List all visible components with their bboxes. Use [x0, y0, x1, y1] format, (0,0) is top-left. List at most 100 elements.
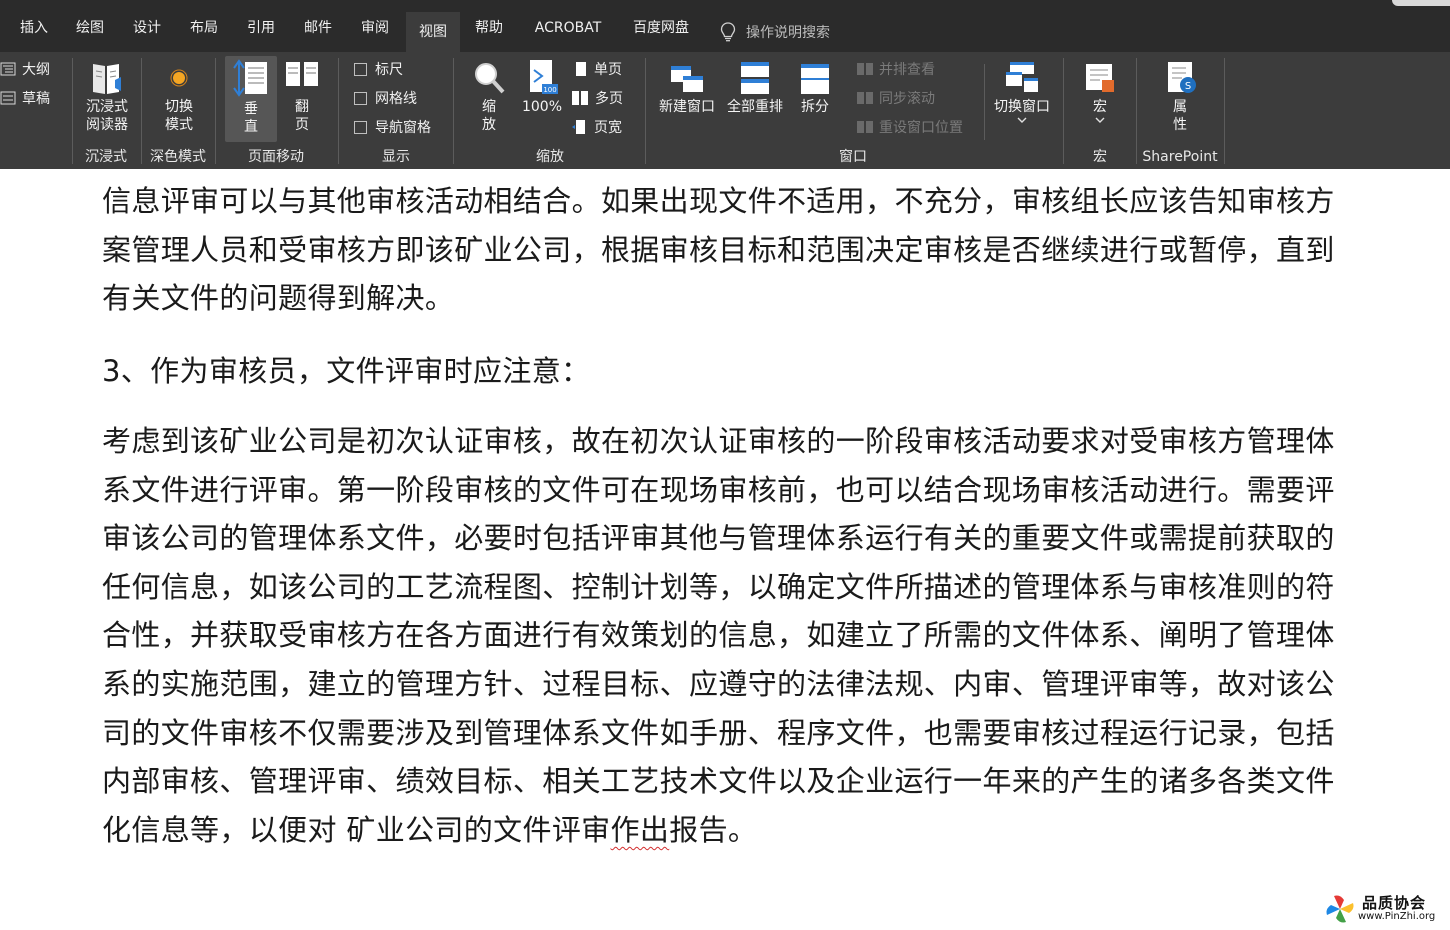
- outline-label: 大纲: [22, 62, 50, 78]
- sharepoint-properties-icon: S: [1168, 62, 1196, 93]
- gridlines-label: 网格线: [375, 91, 417, 107]
- outline-icon: [0, 62, 16, 76]
- multiple-pages-button[interactable]: 多页: [571, 86, 623, 110]
- sun-icon: [170, 69, 188, 87]
- tell-me-placeholder: 操作说明搜索: [746, 25, 830, 41]
- reset-position-icon: [857, 121, 873, 133]
- nav-pane-label: 导航窗格: [375, 120, 431, 136]
- page-width-icon: [572, 120, 585, 134]
- reset-window-position-button[interactable]: 重设窗口位置: [856, 115, 963, 139]
- lightbulb-icon: [720, 22, 736, 42]
- group-label-window: 窗口: [839, 149, 867, 165]
- new-window-button[interactable]: 新建窗口: [654, 58, 720, 116]
- sync-scroll-icon: [857, 92, 873, 104]
- tab-review[interactable]: 审阅: [349, 9, 401, 47]
- properties-label-1: 属: [1173, 99, 1187, 115]
- multiple-pages-icon: [572, 91, 588, 105]
- group-label-dark-mode: 深色模式: [150, 149, 206, 165]
- tab-references[interactable]: 引用: [235, 9, 287, 47]
- immersive-reader-icon: [93, 64, 121, 94]
- paragraph-3-end: 报告。: [669, 812, 758, 847]
- gridlines-checkbox[interactable]: 网格线: [354, 86, 417, 110]
- nav-pane-checkbox[interactable]: 导航窗格: [354, 115, 431, 139]
- group-label-macros: 宏: [1093, 149, 1107, 165]
- switch-mode-button[interactable]: 切换 模式: [150, 58, 208, 134]
- zoom-label-2: 放: [482, 117, 496, 133]
- tab-view[interactable]: 视图: [406, 12, 460, 52]
- zoom-100-button[interactable]: 100 100%: [518, 58, 566, 116]
- group-label-zoom: 缩放: [536, 149, 564, 165]
- group-label-page-movement: 页面移动: [248, 149, 304, 165]
- tab-mailings[interactable]: 邮件: [292, 9, 344, 47]
- tab-insert[interactable]: 插入: [8, 9, 60, 47]
- ruler-label: 标尺: [375, 62, 403, 78]
- zoom-100-label: 100%: [521, 99, 563, 115]
- vertical-page-movement-button[interactable]: 垂 直: [225, 56, 277, 142]
- vertical-label-1: 垂: [244, 101, 258, 117]
- new-window-icon: [671, 66, 703, 92]
- draft-label: 草稿: [22, 91, 50, 107]
- properties-button[interactable]: S 属 性: [1154, 58, 1206, 134]
- synchronous-scrolling-button[interactable]: 同步滚动: [856, 86, 935, 110]
- tab-baidu-netdisk[interactable]: 百度网盘: [623, 9, 699, 47]
- window-corner: [1392, 0, 1450, 6]
- view-side-by-side-button[interactable]: 并排查看: [856, 57, 935, 81]
- ruler-check-box[interactable]: [354, 62, 367, 76]
- arrange-all-label: 全部重排: [727, 99, 783, 115]
- tab-help[interactable]: 帮助: [463, 9, 515, 47]
- gridlines-check-box[interactable]: [354, 91, 367, 105]
- reset-position-label: 重设窗口位置: [879, 120, 963, 136]
- multiple-pages-label: 多页: [595, 91, 623, 107]
- svg-text:S: S: [1185, 81, 1191, 92]
- side-to-side-button[interactable]: 翻 页: [280, 58, 324, 134]
- spelling-squiggle[interactable]: 作出: [611, 813, 670, 847]
- immersive-reader-button[interactable]: 沉浸式 阅读器: [78, 58, 136, 134]
- switch-mode-label-2: 模式: [165, 117, 193, 133]
- group-separator: [1063, 58, 1064, 164]
- one-page-button[interactable]: 单页: [574, 57, 622, 81]
- ribbon-view: 大纲 草稿 沉浸式 阅读器 沉浸式 切换 模式 深色模式 垂 直 翻 页 页面移…: [0, 52, 1450, 169]
- tab-acrobat[interactable]: ACROBAT: [524, 9, 612, 47]
- paragraph-2-heading: 3、作为审核员，文件评审时应注意：: [102, 354, 591, 388]
- split-button[interactable]: 拆分: [792, 58, 838, 116]
- watermark-url: www.PinZhi.org: [1358, 911, 1436, 922]
- split-icon: [801, 64, 829, 94]
- group-separator: [1136, 58, 1137, 164]
- page-width-label: 页宽: [594, 120, 622, 136]
- pinzhi-watermark: 品质协会 www.PinZhi.org: [1322, 892, 1446, 926]
- properties-label-2: 性: [1173, 117, 1187, 133]
- side-to-side-icon: [286, 62, 318, 86]
- tell-me-search[interactable]: 操作说明搜索: [720, 20, 830, 44]
- zoom-100-icon: 100: [530, 60, 558, 94]
- tab-layout[interactable]: 布局: [178, 9, 230, 47]
- switch-mode-label-1: 切换: [165, 99, 193, 115]
- paragraph-1: 信息评审可以与其他审核活动相结合。如果出现文件不适用，不充分，审核组长应该告知审…: [102, 184, 1335, 316]
- arrange-all-button[interactable]: 全部重排: [722, 58, 788, 116]
- arrange-all-icon: [741, 62, 769, 94]
- macros-label: 宏: [1093, 99, 1107, 115]
- nav-pane-check-box[interactable]: [354, 120, 367, 134]
- sync-scroll-label: 同步滚动: [879, 91, 935, 107]
- switch-windows-button[interactable]: 切换窗口: [988, 58, 1056, 124]
- group-separator: [453, 58, 454, 164]
- pinwheel-logo-icon: [1326, 895, 1354, 923]
- outline-view-button[interactable]: 大纲: [0, 57, 50, 81]
- page-width-button[interactable]: 页宽: [572, 115, 622, 139]
- macros-button[interactable]: 宏: [1076, 58, 1124, 124]
- switch-windows-label: 切换窗口: [994, 99, 1050, 115]
- tab-draw[interactable]: 绘图: [64, 9, 116, 47]
- macros-icon: [1086, 64, 1114, 92]
- zoom-button[interactable]: 缩 放: [466, 58, 512, 134]
- ruler-checkbox[interactable]: 标尺: [354, 57, 403, 81]
- magnifier-icon: [475, 63, 505, 94]
- one-page-label: 单页: [594, 62, 622, 78]
- side-by-side-icon: [857, 63, 873, 75]
- tab-design[interactable]: 设计: [121, 9, 173, 47]
- group-separator: [984, 64, 985, 140]
- svg-text:100: 100: [543, 86, 556, 94]
- zoom-label-1: 缩: [482, 99, 496, 115]
- document-page[interactable]: 信息评审可以与其他审核活动相结合。如果出现文件不适用，不充分，审核组长应该告知审…: [0, 169, 1450, 930]
- ribbon-tab-bar: 插入 绘图 设计 布局 引用 邮件 审阅 视图 帮助 ACROBAT 百度网盘 …: [0, 0, 1450, 52]
- immersive-reader-label-2: 阅读器: [86, 117, 128, 133]
- draft-view-button[interactable]: 草稿: [0, 86, 50, 110]
